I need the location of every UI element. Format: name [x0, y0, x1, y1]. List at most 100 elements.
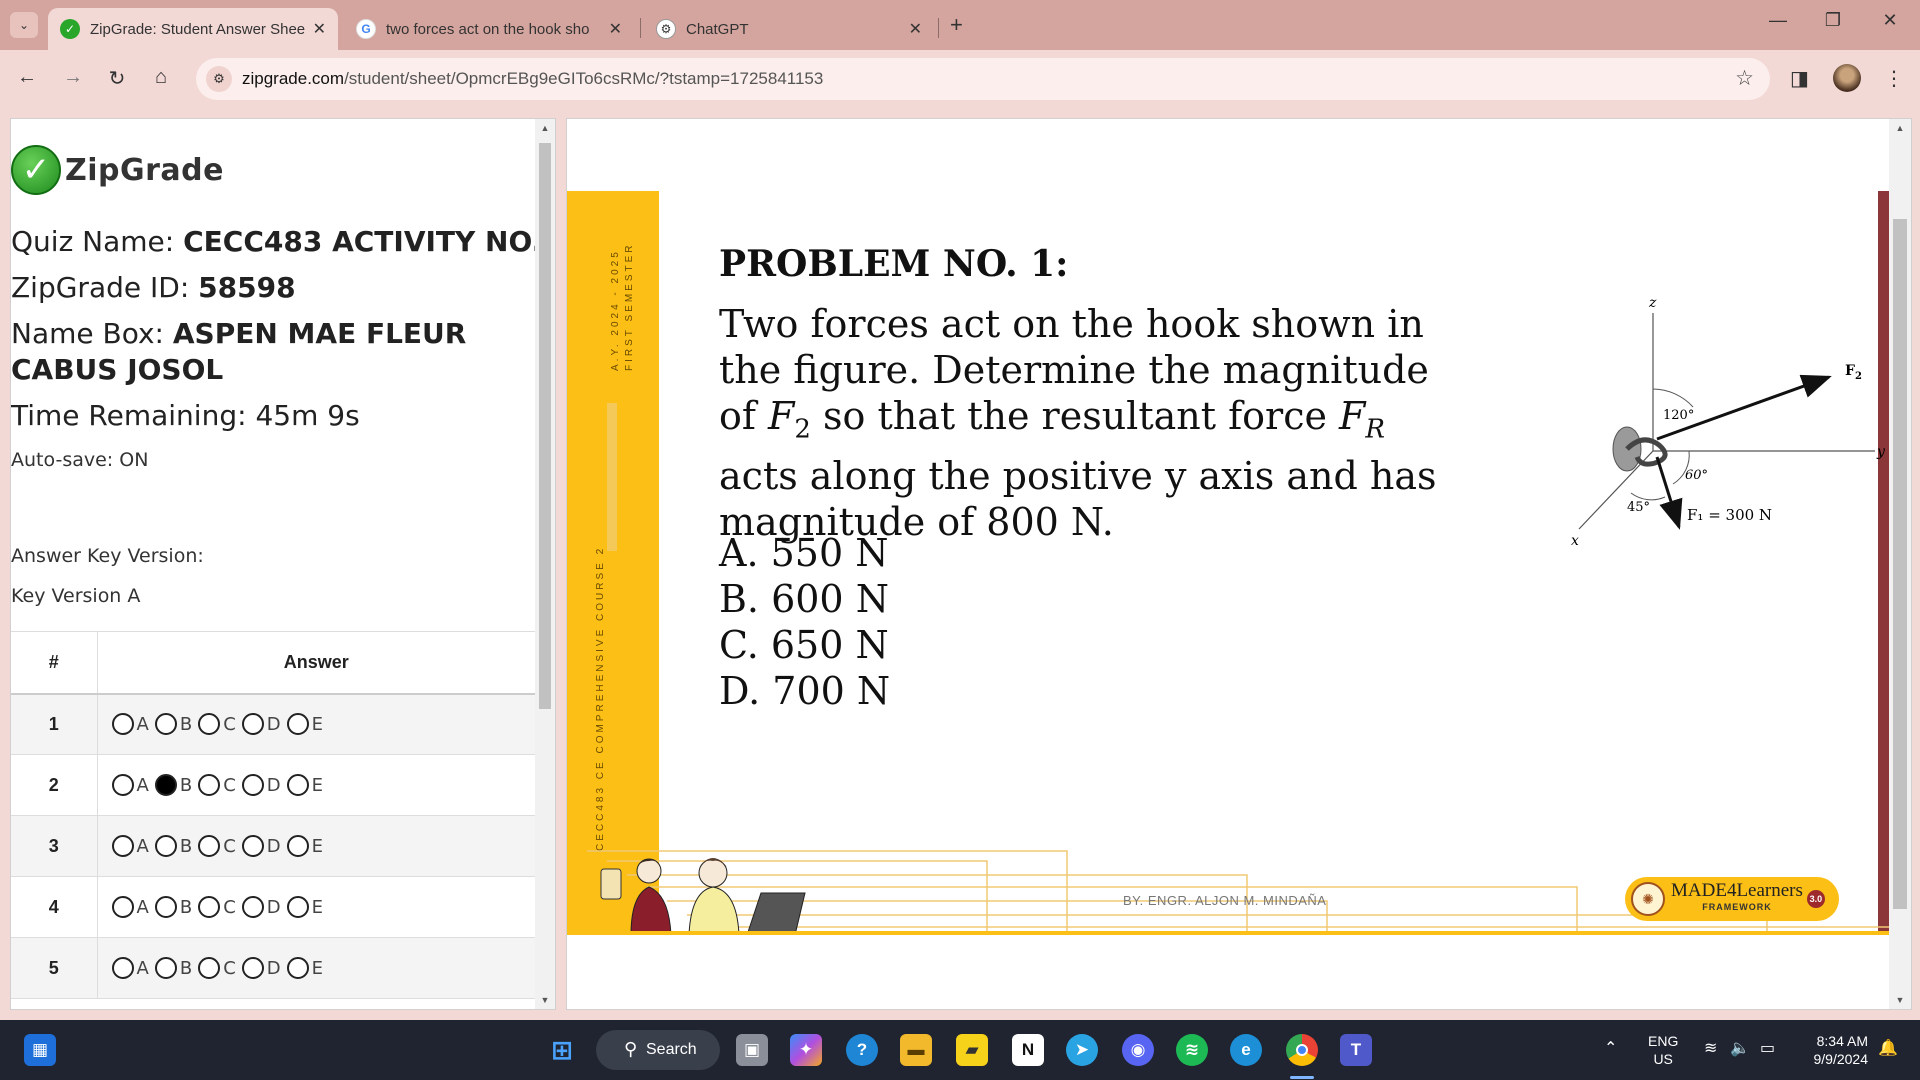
radio-bubble[interactable] — [111, 835, 134, 857]
telegram-icon[interactable]: ➤ — [1066, 1034, 1098, 1066]
radio-bubble[interactable] — [198, 713, 221, 736]
spotify-icon[interactable]: ≋ — [1176, 1034, 1208, 1066]
taskbar-search[interactable]: ⚲ Search — [596, 1030, 720, 1070]
answer-option-d[interactable]: D — [241, 896, 281, 918]
help-icon[interactable]: ? — [846, 1034, 878, 1066]
new-tab-button[interactable]: + — [950, 12, 963, 38]
radio-bubble[interactable] — [198, 896, 221, 918]
radio-bubble[interactable] — [286, 835, 309, 857]
forward-button[interactable]: → — [58, 66, 88, 89]
radio-bubble[interactable] — [154, 957, 177, 979]
address-bar[interactable]: ⚙ zipgrade.com/student/sheet/OpmcrEBg9eG… — [196, 58, 1770, 100]
answer-option-b[interactable]: B — [154, 713, 192, 736]
radio-bubble[interactable] — [198, 835, 221, 857]
site-info-icon[interactable]: ⚙ — [206, 66, 232, 92]
radio-bubble[interactable] — [286, 896, 309, 918]
radio-bubble[interactable] — [241, 896, 264, 918]
bookmark-star-icon[interactable]: ☆ — [1735, 66, 1754, 91]
right-scrollbar[interactable]: ▲ ▼ — [1889, 119, 1911, 1009]
radio-bubble[interactable] — [198, 957, 221, 979]
answer-option-b[interactable]: B — [154, 835, 192, 857]
answer-option-c[interactable]: C — [198, 957, 236, 979]
tab-chatgpt[interactable]: ⚙ ChatGPT ✕ — [644, 8, 934, 50]
answer-option-a[interactable]: A — [111, 774, 149, 796]
clock[interactable]: 8:34 AM 9/9/2024 — [1800, 1032, 1869, 1068]
answer-option-a[interactable]: A — [111, 713, 149, 736]
answer-option-e[interactable]: E — [286, 774, 323, 796]
answer-option-c[interactable]: C — [198, 896, 236, 918]
copilot-icon[interactable]: ✦ — [790, 1034, 822, 1066]
answer-option-a[interactable]: A — [111, 896, 149, 918]
answer-option-a[interactable]: A — [111, 957, 149, 979]
radio-bubble[interactable] — [111, 713, 134, 736]
tray-overflow-icon[interactable]: ⌃ — [1604, 1038, 1617, 1058]
radio-bubble[interactable] — [154, 713, 177, 736]
scroll-up-arrow-icon[interactable]: ▲ — [535, 123, 555, 133]
radio-bubble[interactable] — [241, 774, 264, 796]
scrollbar-thumb[interactable] — [1893, 219, 1907, 909]
restore-button[interactable]: ❐ — [1813, 10, 1853, 31]
tab-zipgrade[interactable]: ✓ ZipGrade: Student Answer Shee ✕ — [48, 8, 338, 50]
radio-bubble[interactable] — [286, 774, 309, 796]
notion-icon[interactable]: N — [1012, 1034, 1044, 1066]
answer-option-c[interactable]: C — [198, 774, 236, 796]
left-scrollbar[interactable]: ▲ ▼ — [535, 119, 555, 1009]
radio-bubble[interactable] — [241, 957, 264, 979]
notifications-icon[interactable]: 🔔 — [1878, 1038, 1898, 1058]
radio-bubble[interactable] — [154, 835, 177, 857]
task-view-icon[interactable]: ▣ — [736, 1034, 768, 1066]
radio-bubble[interactable] — [111, 774, 134, 796]
answer-option-c[interactable]: C — [198, 713, 236, 736]
volume-icon[interactable]: 🔈 — [1730, 1038, 1750, 1058]
sticky-notes-icon[interactable]: ▰ — [956, 1034, 988, 1066]
close-icon[interactable]: ✕ — [313, 19, 326, 39]
menu-kebab-icon[interactable]: ⋮ — [1884, 66, 1904, 91]
scrollbar-thumb[interactable] — [539, 143, 551, 709]
answer-option-d[interactable]: D — [241, 957, 281, 979]
tab-google-search[interactable]: G two forces act on the hook sho ✕ — [344, 8, 634, 50]
reload-button[interactable]: ↻ — [102, 66, 132, 91]
answer-option-a[interactable]: A — [111, 835, 149, 857]
edge-icon[interactable]: e — [1230, 1034, 1262, 1066]
chrome-icon[interactable] — [1286, 1034, 1318, 1066]
answer-option-b[interactable]: B — [154, 957, 192, 979]
answer-option-e[interactable]: E — [286, 835, 323, 857]
teams-icon[interactable]: T — [1340, 1034, 1372, 1066]
back-button[interactable]: ← — [12, 66, 42, 89]
radio-bubble[interactable] — [286, 713, 309, 736]
answer-option-b[interactable]: B — [154, 896, 192, 918]
widgets-icon[interactable]: ▦ — [24, 1034, 56, 1066]
radio-bubble[interactable] — [154, 896, 177, 918]
radio-bubble[interactable] — [241, 835, 264, 857]
wifi-icon[interactable]: ≋ — [1704, 1038, 1717, 1058]
answer-option-e[interactable]: E — [286, 957, 323, 979]
answer-option-d[interactable]: D — [241, 835, 281, 857]
answer-option-e[interactable]: E — [286, 896, 323, 918]
tab-search-button[interactable]: ⌄ — [10, 12, 38, 38]
discord-icon[interactable]: ◉ — [1122, 1034, 1154, 1066]
battery-icon[interactable]: ▭ — [1760, 1038, 1775, 1058]
windows-start-icon[interactable]: ⊞ — [546, 1034, 578, 1066]
radio-bubble[interactable] — [154, 774, 177, 796]
close-icon[interactable]: ✕ — [909, 19, 922, 39]
radio-bubble[interactable] — [286, 957, 309, 979]
url-text[interactable]: zipgrade.com/student/sheet/OpmcrEBg9eGIT… — [242, 69, 823, 89]
profile-avatar[interactable] — [1833, 64, 1861, 92]
close-window-button[interactable]: ✕ — [1870, 10, 1910, 31]
answer-option-d[interactable]: D — [241, 713, 281, 736]
scroll-up-arrow-icon[interactable]: ▲ — [1889, 123, 1911, 133]
home-button[interactable]: ⌂ — [146, 66, 176, 89]
radio-bubble[interactable] — [198, 774, 221, 796]
scroll-down-arrow-icon[interactable]: ▼ — [1889, 995, 1911, 1005]
minimize-button[interactable]: — — [1758, 10, 1798, 31]
answer-option-d[interactable]: D — [241, 774, 281, 796]
scroll-down-arrow-icon[interactable]: ▼ — [535, 995, 555, 1005]
radio-bubble[interactable] — [111, 957, 134, 979]
answer-option-e[interactable]: E — [286, 713, 323, 736]
language-indicator[interactable]: ENG US — [1648, 1032, 1678, 1068]
close-icon[interactable]: ✕ — [609, 19, 622, 39]
side-panel-icon[interactable]: ◨ — [1790, 66, 1809, 91]
file-explorer-icon[interactable]: ▬ — [900, 1034, 932, 1066]
answer-option-b[interactable]: B — [154, 774, 192, 796]
answer-option-c[interactable]: C — [198, 835, 236, 857]
